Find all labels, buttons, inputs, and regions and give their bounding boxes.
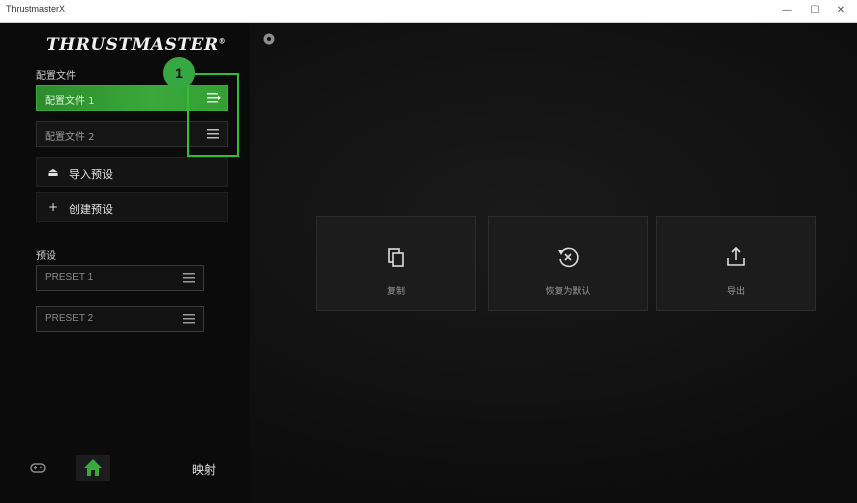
preset-label: PRESET 1	[45, 272, 94, 283]
preset-item-1[interactable]: PRESET 1	[36, 265, 204, 291]
export-label: 导出	[726, 287, 745, 297]
home-tab[interactable]	[76, 455, 110, 481]
bottom-nav: 映射	[0, 453, 250, 503]
close-button[interactable]: ✕	[830, 3, 852, 19]
mapping-tab[interactable]: 映射	[192, 461, 216, 478]
plus-icon: +	[47, 200, 59, 214]
preset-menu-icon[interactable]	[183, 313, 197, 325]
registered-mark: ®	[218, 36, 227, 46]
profile-label: 配置文件 2	[45, 132, 95, 143]
thrustmaster-logo: THRUSTMASTER®	[46, 35, 226, 55]
export-icon	[727, 246, 745, 266]
gear-icon[interactable]	[262, 32, 276, 46]
reset-card[interactable]: 恢复为默认	[488, 216, 648, 311]
callout-highlight-box	[187, 73, 239, 157]
home-icon	[84, 459, 102, 476]
profile-label: 配置文件 1	[45, 96, 95, 107]
minimize-button[interactable]: —	[776, 3, 798, 19]
window-titlebar: ThrustmasterX — ☐ ✕	[0, 0, 857, 23]
copy-card[interactable]: 复制	[316, 216, 476, 311]
import-preset-label: 导入预设	[69, 168, 113, 181]
reset-icon	[558, 247, 579, 268]
profiles-heading: 配置文件	[36, 71, 76, 82]
export-card[interactable]: 导出	[656, 216, 816, 311]
callout-badge: 1	[163, 57, 195, 89]
app-body: THRUSTMASTER® 配置文件 配置文件 1 配置文件 2 ⏏ 导入预设 …	[0, 23, 857, 503]
reset-label: 恢复为默认	[545, 287, 591, 297]
copy-label: 复制	[386, 287, 405, 297]
create-preset-button[interactable]: + 创建预设	[36, 192, 228, 222]
import-preset-button[interactable]: ⏏ 导入预设	[36, 157, 228, 187]
window-title: ThrustmasterX	[6, 4, 66, 14]
logo-text: THRUSTMASTER	[46, 35, 219, 55]
gamepad-icon[interactable]	[30, 461, 46, 475]
create-preset-label: 创建预设	[69, 203, 113, 216]
maximize-button[interactable]: ☐	[804, 3, 826, 19]
preset-label: PRESET 2	[45, 313, 94, 324]
preset-item-2[interactable]: PRESET 2	[36, 306, 204, 332]
copy-icon	[388, 248, 404, 267]
upload-icon: ⏏	[47, 165, 59, 179]
presets-heading: 预设	[36, 251, 56, 262]
preset-menu-icon[interactable]	[183, 272, 197, 284]
